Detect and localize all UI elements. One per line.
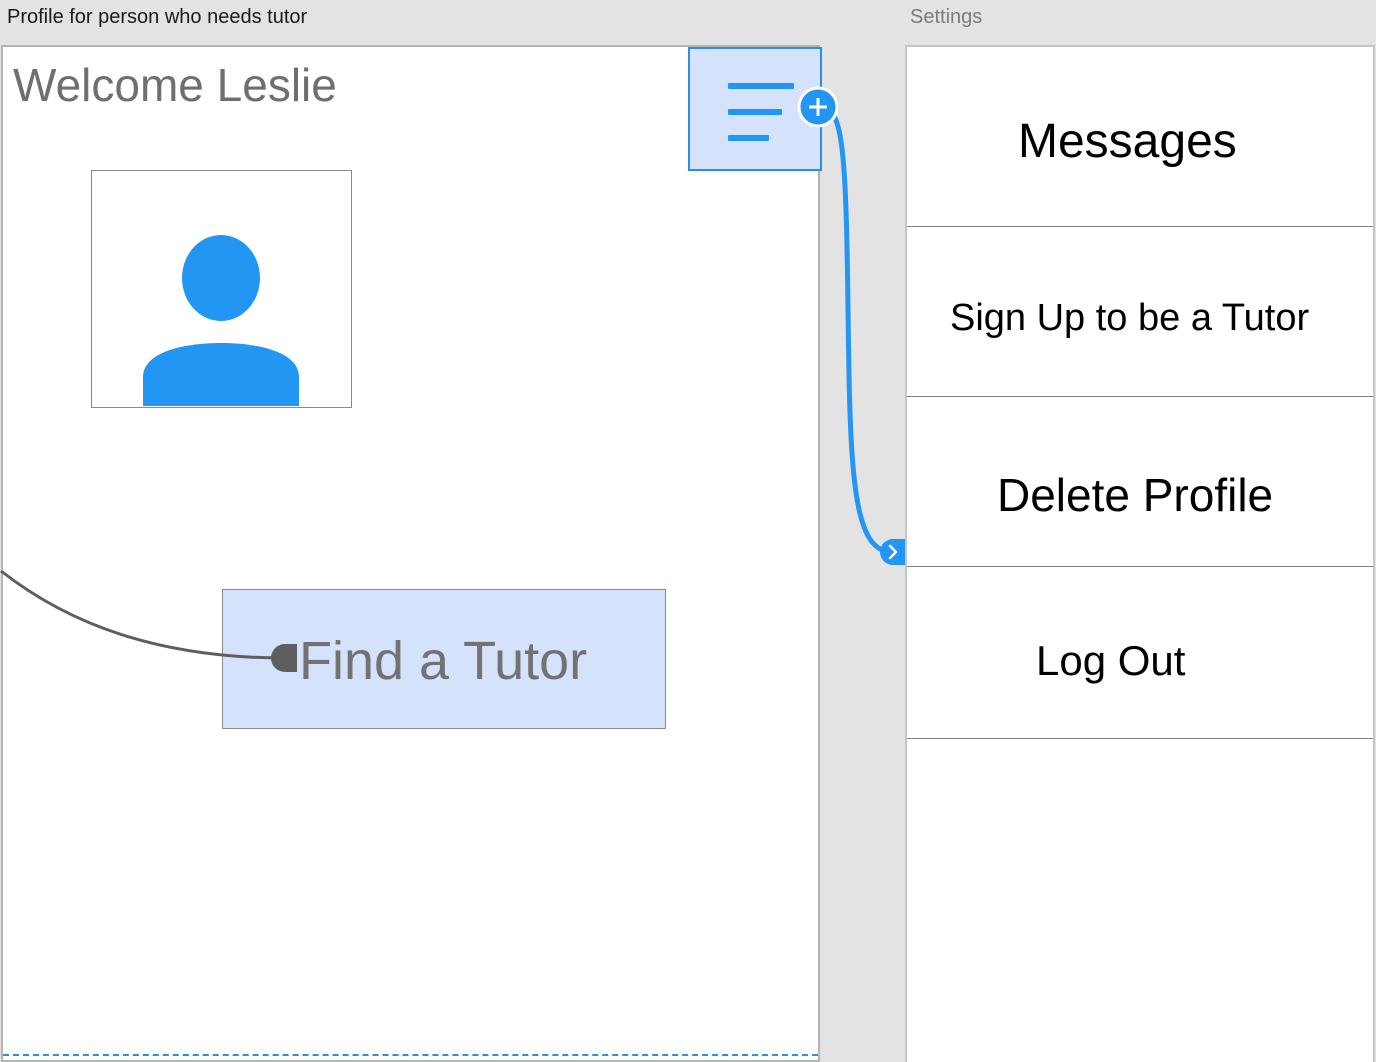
menu-to-settings-link	[817, 104, 895, 555]
settings-row-log-out[interactable]: Log Out	[907, 567, 1373, 739]
find-a-tutor-label: Find a Tutor	[299, 631, 588, 691]
artboard-title-settings[interactable]: Settings	[910, 5, 982, 29]
settings-row-messages[interactable]: Messages	[907, 47, 1373, 227]
prototype-canvas: Profile for person who needs tutor Setti…	[0, 0, 1376, 1062]
settings-row-label: Sign Up to be a Tutor	[950, 297, 1310, 339]
fold-guide-line	[3, 1054, 818, 1056]
avatar	[91, 170, 352, 408]
settings-row-label: Messages	[1018, 115, 1237, 168]
settings-artboard[interactable]: Messages Sign Up to be a Tutor Delete Pr…	[905, 45, 1375, 1062]
settings-row-label: Delete Profile	[997, 469, 1274, 521]
chevron-right-icon[interactable]	[880, 539, 905, 565]
settings-row-delete-profile[interactable]: Delete Profile	[907, 397, 1373, 567]
person-icon	[143, 235, 299, 407]
settings-row-label: Log Out	[1036, 637, 1186, 684]
settings-row-sign-up-tutor[interactable]: Sign Up to be a Tutor	[907, 227, 1373, 397]
profile-artboard[interactable]: Welcome Leslie Find a Tutor	[1, 45, 822, 1062]
plus-icon[interactable]	[797, 86, 839, 128]
artboard-title-profile[interactable]: Profile for person who needs tutor	[7, 5, 307, 29]
welcome-heading: Welcome Leslie	[13, 59, 337, 111]
